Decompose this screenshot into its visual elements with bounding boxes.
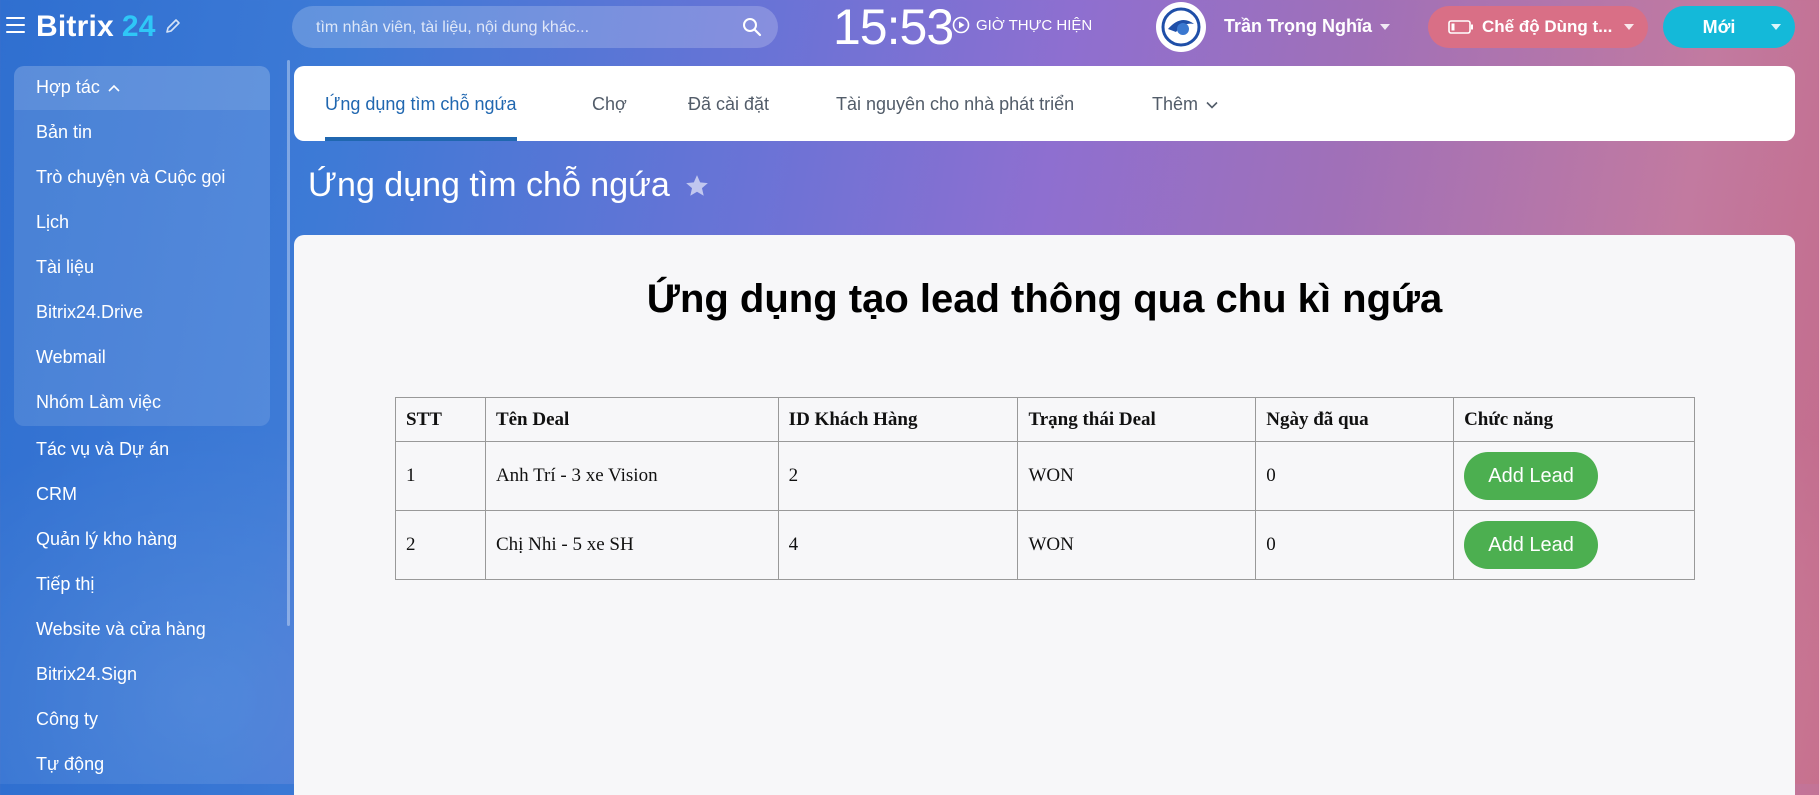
tab-market[interactable]: Chợ [592, 66, 627, 141]
column-header-deal-status: Trạng thái Deal [1017, 397, 1257, 442]
sidebar: Hợp tác Bản tin Trò chuyện và Cuộc gọi L… [0, 56, 285, 784]
new-button[interactable]: Mới [1663, 6, 1795, 48]
sidebar-item-chat-calls[interactable]: Trò chuyện và Cuộc gọi [36, 167, 225, 188]
cell-customer-id: 2 [777, 441, 1019, 511]
sidebar-item-automation[interactable]: Tự động [36, 754, 104, 775]
menu-icon[interactable] [6, 17, 25, 33]
star-icon[interactable] [684, 173, 710, 199]
sidebar-item-drive[interactable]: Bitrix24.Drive [36, 302, 143, 323]
column-header-actions: Chức năng [1453, 397, 1695, 442]
sidebar-item-crm[interactable]: CRM [36, 484, 77, 505]
page-title-row: Ứng dụng tìm chỗ ngứa [308, 166, 710, 205]
search-input[interactable] [314, 6, 738, 50]
sidebar-scrollbar[interactable] [287, 60, 290, 626]
chevron-up-icon [108, 84, 120, 92]
content-heading: Ứng dụng tạo lead thông qua chu kì ngứa [646, 277, 1443, 321]
clock: 15:53 [833, 0, 954, 55]
sidebar-item-tasks[interactable]: Tác vụ và Dự án [36, 439, 169, 460]
realtime-label: GIỜ THỰC HIỆN [976, 16, 1093, 34]
search-icon[interactable] [742, 17, 762, 37]
table-row: 1 Anh Trí - 3 xe Vision 2 WON 0 Add Lead [395, 441, 1695, 511]
avatar[interactable] [1156, 2, 1206, 52]
column-header-customer-id: ID Khách Hàng [777, 397, 1019, 442]
sidebar-item-company[interactable]: Công ty [36, 709, 98, 730]
battery-icon [1448, 20, 1473, 34]
search-box [292, 6, 778, 50]
cell-actions: Add Lead [1453, 441, 1695, 511]
add-lead-button[interactable]: Add Lead [1464, 452, 1599, 500]
table-header-row: STT Tên Deal ID Khách Hàng Trạng thái De… [395, 397, 1695, 442]
user-menu[interactable]: Trần Trọng Nghĩa [1224, 16, 1391, 37]
tab-installed[interactable]: Đã cài đặt [688, 66, 769, 141]
column-header-days-passed: Ngày đã qua [1255, 397, 1455, 442]
chevron-down-icon[interactable] [1771, 24, 1781, 30]
cell-actions: Add Lead [1453, 510, 1695, 580]
sidebar-group-toggle[interactable]: Hợp tác [36, 77, 120, 98]
sidebar-item-sign[interactable]: Bitrix24.Sign [36, 664, 137, 685]
app-content: Ứng dụng tạo lead thông qua chu kì ngứa … [294, 235, 1795, 795]
sidebar-group-label: Hợp tác [36, 77, 100, 97]
page-title: Ứng dụng tìm chỗ ngứa [308, 166, 670, 204]
sidebar-item-news[interactable]: Bản tin [36, 122, 92, 143]
cell-customer-id: 4 [777, 510, 1019, 580]
tab-more-label: Thêm [1152, 94, 1199, 114]
sidebar-item-sites-stores[interactable]: Website và cửa hàng [36, 619, 206, 640]
sidebar-item-documents[interactable]: Tài liệu [36, 257, 94, 278]
sidebar-item-inventory[interactable]: Quản lý kho hàng [36, 529, 177, 550]
tab-developer-resources[interactable]: Tài nguyên cho nhà phát triển [836, 66, 1074, 141]
sidebar-group-collaboration [14, 66, 270, 426]
cell-stt: 1 [395, 441, 486, 511]
tab-more[interactable]: Thêm [1152, 66, 1218, 141]
tab-itch-finder-app[interactable]: Ứng dụng tìm chỗ ngứa [325, 66, 517, 141]
logo-text: Bitrix [36, 10, 114, 43]
cell-deal-status: WON [1017, 510, 1257, 580]
top-bar: Bitrix24 15:53 GIỜ THỰC HIỆN Trần Trọng … [0, 0, 1819, 56]
sidebar-item-calendar[interactable]: Lịch [36, 212, 69, 233]
cell-deal-status: WON [1017, 441, 1257, 511]
add-lead-button[interactable]: Add Lead [1464, 521, 1599, 569]
chevron-down-icon [1206, 102, 1218, 109]
cell-deal-name: Anh Trí - 3 xe Vision [484, 441, 779, 511]
cell-stt: 2 [395, 510, 486, 580]
cell-deal-name: Chị Nhi - 5 xe SH [484, 510, 779, 580]
mode-button[interactable]: Chế độ Dùng t... [1428, 6, 1648, 48]
pencil-icon[interactable] [164, 17, 182, 35]
tab-bar: Ứng dụng tìm chỗ ngứa Chợ Đã cài đặt Tài… [294, 66, 1795, 141]
new-label: Mới [1702, 17, 1736, 37]
logo-number: 24 [121, 10, 156, 43]
sidebar-item-workgroups[interactable]: Nhóm Làm việc [36, 392, 161, 413]
column-header-deal-name: Tên Deal [484, 397, 779, 442]
sidebar-item-marketing[interactable]: Tiếp thị [36, 574, 94, 595]
play-icon [952, 16, 970, 34]
avatar-logo-icon [1158, 4, 1204, 50]
mode-label: Chế độ Dùng t... [1482, 17, 1613, 36]
deals-table: STT Tên Deal ID Khách Hàng Trạng thái De… [395, 397, 1695, 580]
user-name: Trần Trọng Nghĩa [1224, 16, 1373, 36]
cell-days-passed: 0 [1255, 510, 1455, 580]
column-header-stt: STT [395, 397, 486, 442]
table-row: 2 Chị Nhi - 5 xe SH 4 WON 0 Add Lead [395, 510, 1695, 580]
sidebar-item-webmail[interactable]: Webmail [36, 347, 106, 368]
app-logo[interactable]: Bitrix 24 [36, 10, 156, 44]
chevron-down-icon [1624, 24, 1634, 30]
realtime-button[interactable]: GIỜ THỰC HIỆN [952, 16, 1092, 34]
chevron-down-icon [1380, 23, 1391, 30]
cell-days-passed: 0 [1255, 441, 1455, 511]
